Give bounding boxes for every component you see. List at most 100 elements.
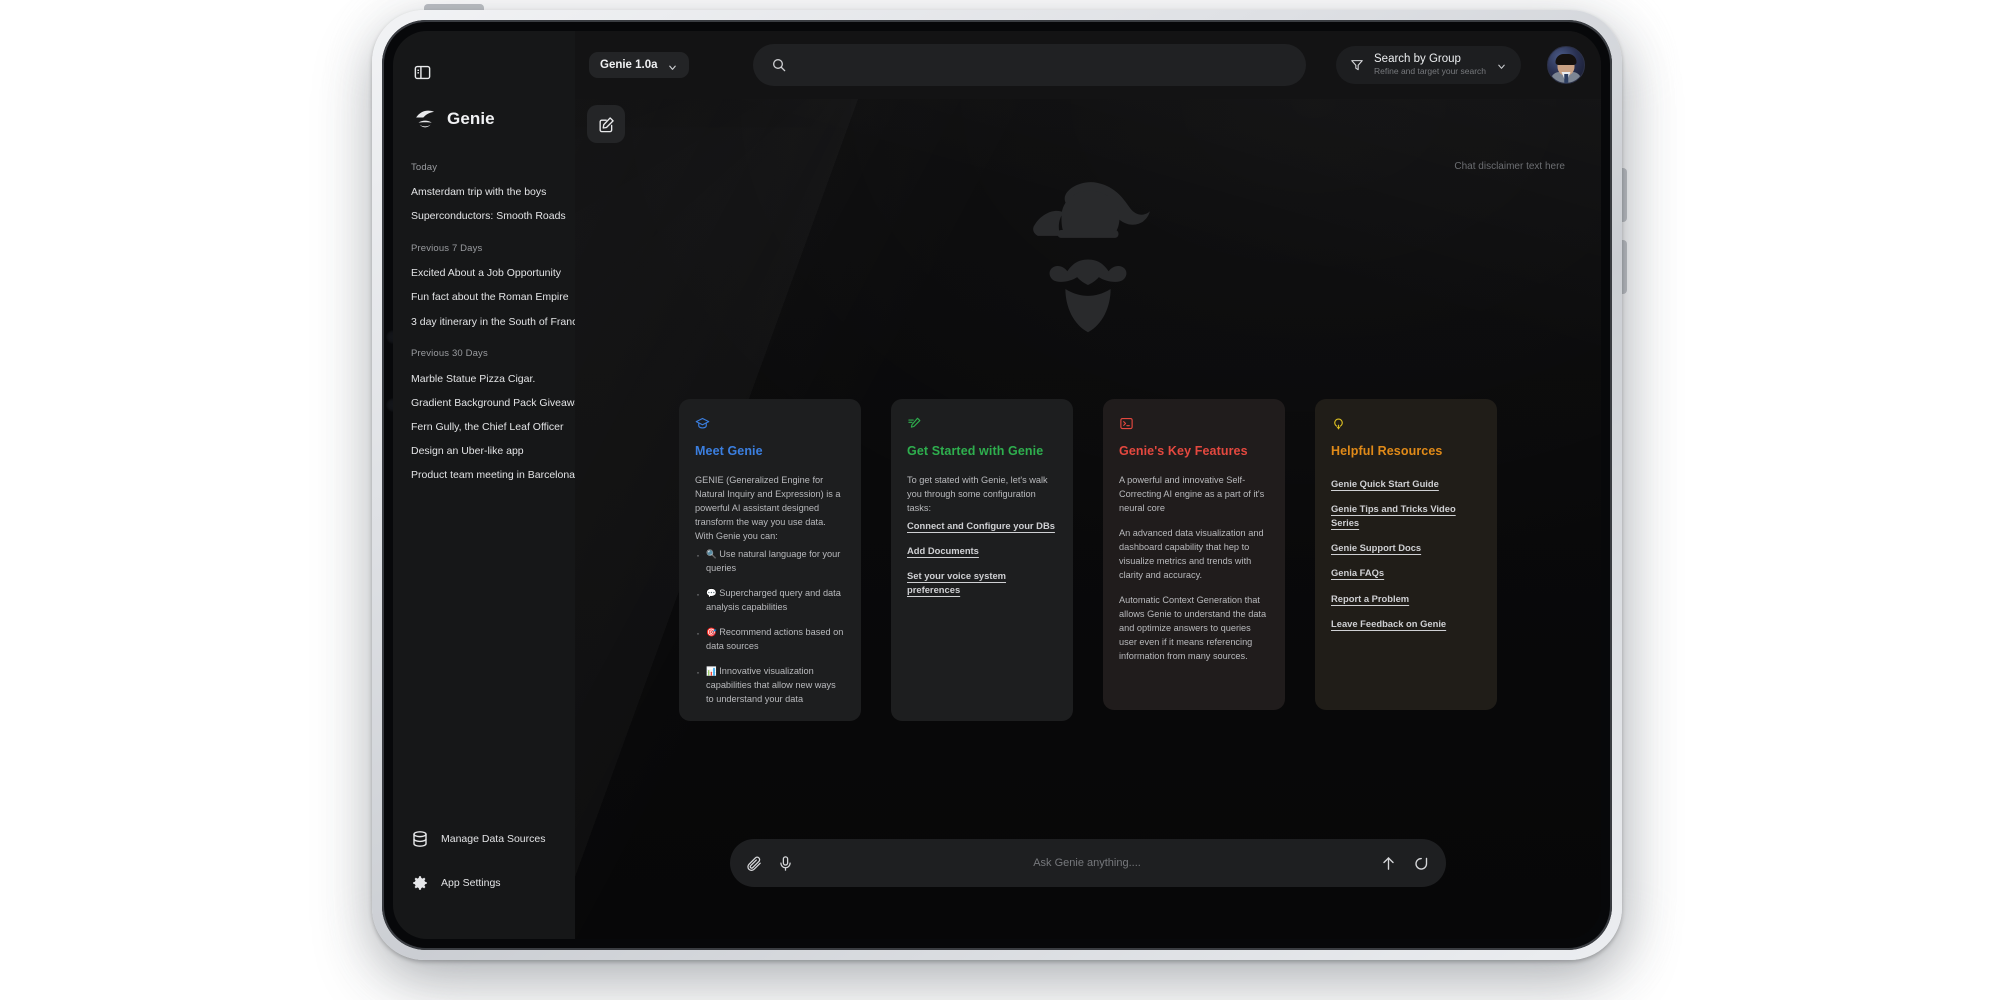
compose-edit-icon [597, 115, 616, 134]
terminal-icon [1119, 416, 1134, 431]
tablet-device: Genie Today Amsterdam trip with the boys S… [372, 10, 1622, 960]
pencil-check-icon [907, 416, 922, 431]
card-paragraph: Automatic Context Generation that allows… [1119, 594, 1267, 661]
composer-input[interactable] [794, 857, 1380, 869]
model-version-label: Genie 1.0a [600, 59, 658, 71]
card-link[interactable]: Genia FAQs [1331, 566, 1481, 580]
card-title: Get Started with Genie [907, 444, 1044, 458]
sidebar-footer: Manage Data Sources App Settings [393, 817, 575, 939]
history-item[interactable]: Fun fact about the Roman Empire [411, 286, 569, 310]
onboarding-card: Helpful Resources Genie Quick Start Guide… [1315, 399, 1497, 710]
card-paragraph: GENIE (Generalized Engine for Natural In… [695, 475, 841, 541]
history-item[interactable]: Marble Statue Pizza Cigar. [411, 367, 563, 391]
user-avatar[interactable] [1547, 46, 1585, 84]
brand[interactable]: Genie [393, 87, 575, 132]
card-link[interactable]: Genie Tips and Tricks Video Series [1331, 502, 1481, 530]
chat-history-list: Today Amsterdam trip with the boys Superco… [393, 152, 575, 818]
app-screen: Genie Today Amsterdam trip with the boys S… [393, 31, 1601, 939]
history-item[interactable]: Gradient Background Pack Giveaway [411, 391, 575, 415]
card-body: A powerful and innovative Self-Correctin… [1119, 474, 1269, 664]
sidebar: Genie Today Amsterdam trip with the boys S… [393, 31, 575, 939]
tablet-bezel: Genie Today Amsterdam trip with the boys S… [382, 20, 1612, 950]
chevron-down-icon [1496, 59, 1507, 70]
onboarding-card: Meet Genie GENIE (Generalized Engine for … [679, 399, 861, 721]
card-title: Meet Genie [695, 444, 763, 458]
new-chat-compose-button[interactable] [587, 105, 625, 143]
chat-disclaimer: Chat disclaimer text here [1454, 161, 1565, 172]
microphone-icon[interactable] [777, 855, 794, 872]
card-bullet-item: 🔍 Use natural language for your queries [695, 546, 845, 576]
refresh-loop-icon[interactable] [1413, 855, 1430, 872]
card-link[interactable]: Add Documents [907, 544, 1057, 558]
avatar-tie [1564, 74, 1568, 83]
search-by-group-texts: Search by Group Refine and target your s… [1374, 53, 1486, 76]
history-group-label: Previous 7 Days [411, 242, 483, 254]
bullet-text: Use natural language for your queries [706, 548, 841, 573]
bullet-text: Supercharged query and data analysis cap… [706, 587, 841, 612]
sidebar-action-label: App Settings [441, 877, 501, 889]
card-bullet-list: 🔍 Use natural language for your queries 💬… [695, 546, 845, 718]
genie-mascot-icon [1014, 171, 1162, 346]
history-group-label: Today [411, 161, 438, 173]
brand-name: Genie [447, 109, 495, 128]
card-paragraph: An advanced data visualization and dashb… [1119, 527, 1264, 580]
history-item[interactable]: Fern Gully, the Chief Leaf Officer [411, 415, 564, 439]
card-paragraph: To get stated with Genie, let's walk you… [907, 475, 1048, 513]
card-paragraph: A powerful and innovative Self-Correctin… [1119, 475, 1265, 513]
graduation-cap-icon [695, 416, 710, 431]
paperclip-icon[interactable] [746, 855, 763, 872]
card-link[interactable]: Set your voice system preferences [907, 569, 1057, 597]
history-item[interactable]: Design an Uber-like app [411, 440, 563, 464]
model-version-select[interactable]: Genie 1.0a [589, 52, 689, 78]
card-title: Helpful Resources [1331, 444, 1443, 458]
card-link[interactable]: Genie Quick Start Guide [1331, 477, 1481, 491]
lightbulb-icon [1331, 416, 1346, 431]
scene: Genie Today Amsterdam trip with the boys S… [0, 0, 2000, 1000]
chevron-down-icon [667, 60, 678, 71]
search-by-group-dropdown[interactable]: Search by Group Refine and target your s… [1336, 46, 1521, 84]
bullet-emoji-icon: 🎯 [706, 626, 717, 637]
bullet-text: Innovative visualization capabilities th… [706, 665, 836, 704]
search-by-group-subtitle: Refine and target your search [1374, 66, 1486, 76]
sidebar-toggle-row [393, 61, 575, 87]
card-link[interactable]: Connect and Configure your DBs [907, 519, 1057, 533]
history-group: Today Amsterdam trip with the boys Superco… [411, 161, 566, 229]
card-bullet-item: 💬 Supercharged query and data analysis c… [695, 585, 845, 615]
gear-icon [411, 874, 429, 892]
history-item[interactable]: 3 day itinerary in the South of France [411, 310, 575, 334]
card-bullet-item: 🎯 Recommend actions based on data source… [695, 624, 845, 654]
sidebar-action-manage-data-sources[interactable]: Manage Data Sources [411, 817, 575, 861]
search-input[interactable] [796, 59, 1289, 71]
history-item[interactable]: Superconductors: Smooth Roads [411, 205, 566, 229]
search-icon [771, 57, 787, 73]
history-item[interactable]: Excited About a Job Opportunity [411, 262, 563, 286]
bullet-emoji-icon: 📊 [706, 665, 717, 676]
sidebar-action-app-settings[interactable]: App Settings [411, 861, 575, 905]
bullet-emoji-icon: 💬 [706, 587, 717, 598]
card-link[interactable]: Leave Feedback on Genie [1331, 617, 1481, 631]
arrow-up-icon[interactable] [1380, 855, 1397, 872]
welcome-canvas: Meet Genie GENIE (Generalized Engine for … [575, 99, 1601, 939]
card-bullet-item: 📊 Innovative visualization capabilities … [695, 663, 845, 707]
bullet-emoji-icon: 🔍 [706, 548, 717, 559]
sidebar-action-label: Manage Data Sources [441, 833, 546, 845]
history-group: Previous 7 Days Excited About a Job Oppor… [411, 242, 575, 334]
sidebar-header: Genie [393, 31, 575, 132]
card-link[interactable]: Report a Problem [1331, 592, 1481, 606]
onboarding-card: Genie's Key Features A powerful and innov… [1103, 399, 1285, 710]
card-body: To get stated with Genie, let's walk you… [907, 474, 1057, 516]
history-group-label: Previous 30 Days [411, 348, 488, 360]
onboarding-cards: Meet Genie GENIE (Generalized Engine for … [575, 399, 1601, 721]
main-area: Genie 1.0a Search by Group Refine and ta… [575, 31, 1601, 939]
message-composer[interactable] [730, 839, 1446, 887]
history-item[interactable]: Product team meeting in Barcelona [411, 464, 575, 488]
composer-left-actions [746, 855, 794, 872]
card-link[interactable]: Genie Support Docs [1331, 541, 1481, 555]
sidebar-panel-toggle-icon[interactable] [411, 61, 433, 83]
global-search[interactable] [752, 44, 1307, 86]
composer-right-actions [1380, 855, 1430, 872]
card-link-list: Connect and Configure your DBs Add Docume… [907, 519, 1057, 597]
genie-lamp-swoosh-icon [413, 107, 438, 132]
top-bar: Genie 1.0a Search by Group Refine and ta… [575, 31, 1601, 99]
history-item[interactable]: Amsterdam trip with the boys [411, 181, 563, 205]
